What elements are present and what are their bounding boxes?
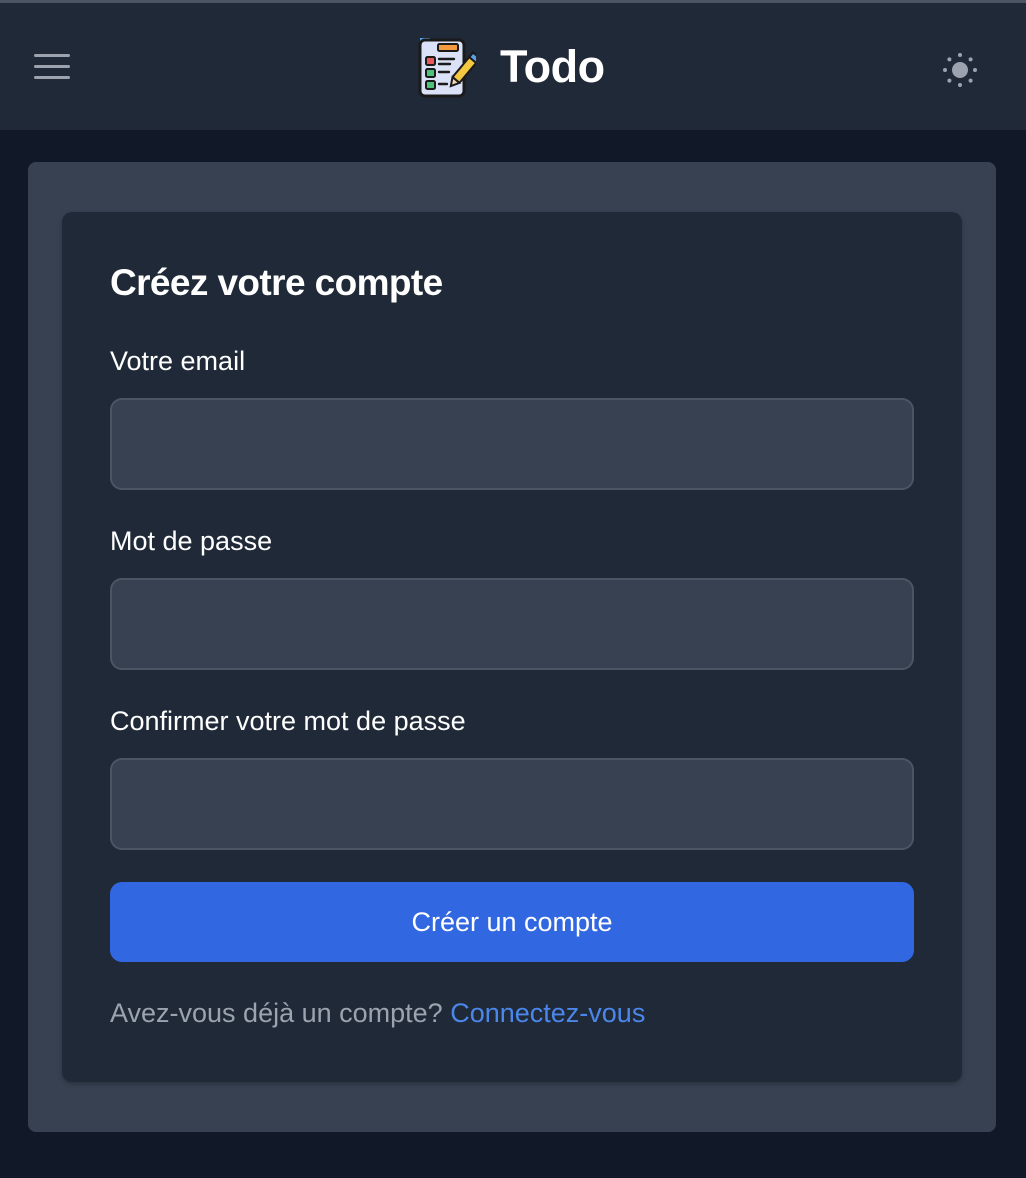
page-title: Créez votre compte [110,262,443,303]
navbar: Todo [0,3,1026,130]
brand-link[interactable]: Todo [416,35,605,99]
login-link[interactable]: Connectez-vous [450,998,645,1028]
password-label: Mot de passe [110,526,273,556]
create-account-button[interactable]: Créer un compte [110,882,914,962]
hamburger-menu-icon[interactable] [34,54,70,80]
confirm-password-label: Confirmer votre mot de passe [110,706,466,736]
theme-toggle-button[interactable] [940,50,980,90]
checklist-clipboard-icon [418,38,476,98]
brand-name: Todo [500,41,605,92]
sun-icon [943,53,977,87]
password-field[interactable] [110,578,914,670]
signup-card: Créez votre compte Votre email Mot de pa… [62,212,962,1082]
email-label: Votre email [110,346,246,376]
email-field[interactable] [110,398,914,490]
confirm-password-field[interactable] [110,758,914,850]
login-prompt-text: Avez-vous déjà un compte? [110,998,443,1028]
login-prompt: Avez-vous déjà un compte? Connectez-vous [110,998,645,1029]
